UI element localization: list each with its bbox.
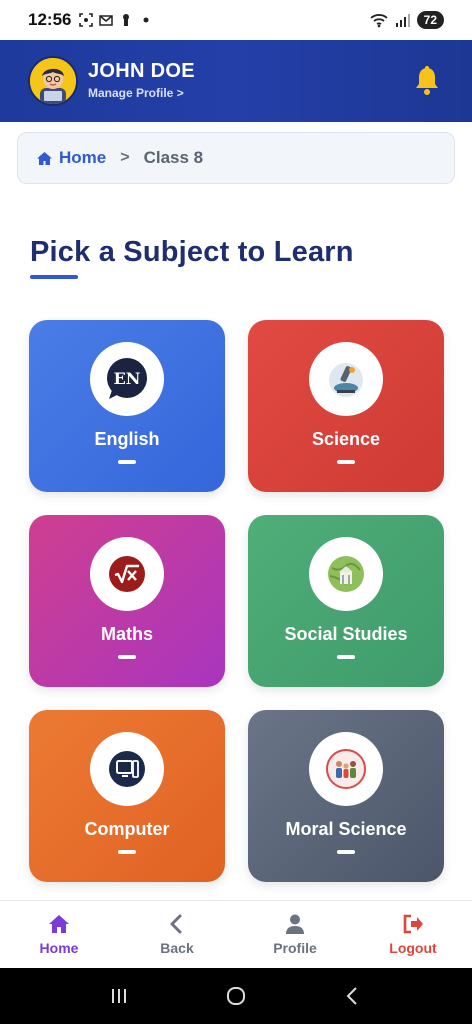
nav-back[interactable]: Back <box>118 901 236 968</box>
breadcrumb-separator: > <box>120 149 130 166</box>
gmail-icon <box>99 15 114 26</box>
nav-profile-label: Profile <box>273 940 317 956</box>
home-icon <box>37 151 52 165</box>
subject-icon-circle: EN <box>90 342 164 416</box>
subject-icon-circle <box>309 732 383 806</box>
subject-dash <box>118 850 136 854</box>
breadcrumb-home[interactable]: Home <box>36 148 106 168</box>
breadcrumb-home-label: Home <box>59 148 107 167</box>
nav-home[interactable]: Home <box>0 901 118 968</box>
microscope-icon <box>329 363 363 397</box>
nav-profile[interactable]: Profile <box>236 901 354 968</box>
notification-icons <box>79 13 153 27</box>
page-title: Pick a Subject to Learn <box>30 236 354 268</box>
subject-card-english[interactable]: EN English <box>29 320 225 492</box>
user-name: JOHN DOE <box>88 60 195 82</box>
square-root-icon <box>109 556 145 592</box>
bell-icon[interactable] <box>412 65 442 97</box>
family-values-icon <box>326 749 366 789</box>
subject-dash <box>118 655 136 659</box>
subject-card-social-studies[interactable]: Social Studies <box>248 515 444 687</box>
subject-label: Social Studies <box>284 624 408 644</box>
en-speech-bubble-icon: EN <box>107 358 147 399</box>
title-underline <box>30 275 78 279</box>
subject-label: Science <box>311 429 381 449</box>
globe-landmark-icon <box>328 556 364 592</box>
keyhole-icon <box>123 14 130 26</box>
manage-profile-link[interactable]: Manage Profile > <box>88 86 184 100</box>
user-icon <box>286 914 304 934</box>
screenshot-icon <box>79 13 94 27</box>
header-user-info: JOHN DOE Manage Profile > <box>88 60 412 102</box>
avatar[interactable] <box>28 56 78 106</box>
bottom-nav: Home Back Profile Logout <box>0 900 472 968</box>
status-time: 12:56 <box>28 10 72 29</box>
back-button-icon[interactable] <box>341 984 365 1008</box>
battery-indicator: 72 <box>416 11 444 29</box>
status-left: 12:56 <box>28 10 153 30</box>
subject-label: English <box>94 429 160 449</box>
recent-apps-icon[interactable] <box>107 984 131 1008</box>
system-nav-bar <box>0 968 472 1024</box>
subject-card-science[interactable]: Science <box>248 320 444 492</box>
en-icon-text: EN <box>114 369 141 388</box>
subject-card-maths[interactable]: Maths <box>29 515 225 687</box>
dot-icon <box>143 17 149 23</box>
computer-monitor-icon <box>109 751 145 787</box>
nav-logout[interactable]: Logout <box>354 901 472 968</box>
signal-icon <box>395 14 410 27</box>
nav-home-label: Home <box>39 940 79 956</box>
subject-icon-circle <box>309 537 383 611</box>
chevron-left-icon <box>170 914 182 934</box>
subject-dash <box>118 460 136 464</box>
subject-dash <box>337 655 355 659</box>
subject-card-moral-science[interactable]: Moral Science <box>248 710 444 882</box>
subject-dash <box>337 460 355 464</box>
home-icon <box>49 915 69 933</box>
status-right: 72 <box>369 11 444 29</box>
subject-dash <box>337 850 355 854</box>
subject-icon-circle <box>90 537 164 611</box>
breadcrumb: Home > Class 8 <box>17 132 455 184</box>
logout-icon <box>403 914 423 934</box>
subject-icon-circle <box>90 732 164 806</box>
nav-logout-label: Logout <box>389 940 437 956</box>
nav-back-label: Back <box>160 940 194 956</box>
subject-label: Computer <box>84 819 170 839</box>
subject-label: Moral Science <box>285 819 407 839</box>
status-bar: 12:56 72 <box>0 0 472 40</box>
breadcrumb-current: Class 8 <box>143 148 204 167</box>
app-header: JOHN DOE Manage Profile > <box>0 40 472 122</box>
wifi-icon <box>370 14 388 28</box>
home-button-icon[interactable] <box>224 984 248 1008</box>
subject-card-computer[interactable]: Computer <box>29 710 225 882</box>
subject-label: Maths <box>100 624 153 644</box>
avatar-illustration <box>30 58 76 104</box>
subject-icon-circle <box>309 342 383 416</box>
